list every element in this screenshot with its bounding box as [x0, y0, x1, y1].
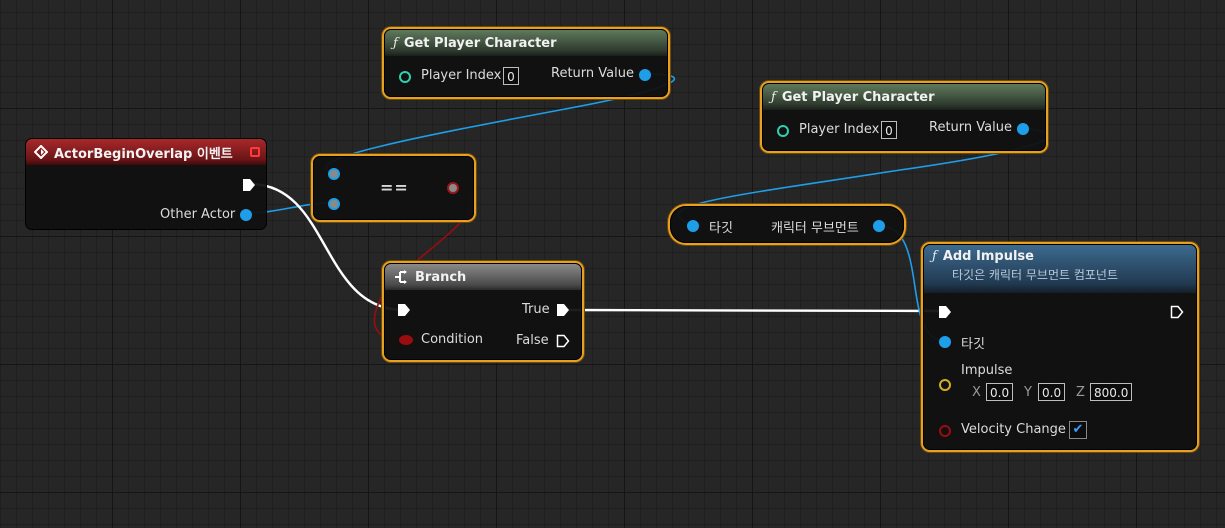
return-value-label: Return Value	[929, 120, 1012, 135]
condition-pin[interactable]	[399, 335, 413, 345]
condition-label: Condition	[421, 332, 484, 347]
get-player-character-node-2[interactable]: ƒ Get Player Character Player Index 0 Re…	[762, 83, 1046, 151]
exec-in-pin[interactable]	[938, 305, 952, 319]
node-header: Branch	[385, 264, 581, 290]
event-diamond-icon	[34, 145, 48, 159]
node-title: Branch	[415, 269, 467, 285]
node-header: ƒ Add Impulse 타깃은 캐릭터 무브먼트 컴포넌트	[924, 245, 1196, 293]
movement-output-label: 캐릭터 무브먼트	[771, 221, 859, 236]
node-header: ƒ Get Player Character	[385, 30, 667, 56]
wire-exec-true-to-impulse	[561, 308, 946, 313]
player-index-pin[interactable]	[777, 125, 789, 137]
actor-begin-overlap-event-node[interactable]: ActorBeginOverlap 이벤트 Other Actor	[25, 138, 267, 230]
stop-icon	[250, 147, 260, 157]
impulse-z-label: Z	[1076, 385, 1085, 400]
exec-in-pin[interactable]	[397, 303, 411, 317]
equals-input-b-pin[interactable]	[328, 198, 340, 210]
get-player-character-node-1[interactable]: ƒ Get Player Character Player Index 0 Re…	[384, 29, 668, 97]
return-value-pin[interactable]	[639, 69, 651, 81]
character-movement-node[interactable]: 타깃 캐릭터 무브먼트	[670, 206, 904, 243]
node-title: Add Impulse	[942, 249, 1034, 264]
function-icon: ƒ	[771, 89, 776, 105]
equals-output-pin[interactable]	[447, 182, 459, 194]
function-icon: ƒ	[932, 249, 937, 264]
node-title: Get Player Character	[403, 35, 557, 51]
player-index-label: Player Index	[421, 68, 502, 83]
impulse-y-input[interactable]: 0.0	[1038, 383, 1066, 401]
false-label: False	[516, 333, 549, 348]
player-index-label: Player Index	[799, 122, 880, 137]
node-title: ActorBeginOverlap 이벤트	[54, 146, 233, 162]
node-title: Get Player Character	[781, 89, 935, 105]
player-index-input[interactable]: 0	[503, 67, 519, 85]
target-pin[interactable]	[939, 336, 951, 348]
target-label: 타깃	[961, 337, 985, 352]
true-label: True	[522, 302, 550, 317]
movement-target-pin[interactable]	[687, 220, 699, 232]
return-value-pin[interactable]	[1017, 123, 1029, 135]
return-value-label: Return Value	[551, 66, 634, 81]
exec-out-pin[interactable]	[242, 178, 256, 192]
exec-false-pin[interactable]	[556, 334, 570, 348]
other-actor-label: Other Actor	[160, 207, 236, 222]
add-impulse-node[interactable]: ƒ Add Impulse 타깃은 캐릭터 무브먼트 컴포넌트 타깃 Impul…	[923, 244, 1197, 450]
impulse-y-label: Y	[1024, 385, 1032, 400]
impulse-x-input[interactable]: 0.0	[986, 383, 1014, 401]
equals-symbol: ==	[380, 178, 409, 197]
equals-input-a-pin[interactable]	[328, 168, 340, 180]
equals-node[interactable]: ==	[313, 156, 474, 220]
node-subtitle: 타깃은 캐릭터 무브먼트 컴포넌트	[952, 268, 1119, 282]
velocity-change-label: Velocity Change	[961, 422, 1066, 437]
player-index-input[interactable]: 0	[881, 121, 897, 139]
branch-icon	[395, 270, 407, 284]
branch-node[interactable]: Branch True Condition False	[384, 263, 582, 360]
impulse-z-input[interactable]: 800.0	[1090, 383, 1133, 401]
exec-true-pin[interactable]	[556, 303, 570, 317]
movement-output-pin[interactable]	[873, 220, 885, 232]
player-index-pin[interactable]	[399, 71, 411, 83]
impulse-pin[interactable]	[939, 379, 951, 391]
impulse-x-label: X	[972, 385, 981, 400]
node-header: ActorBeginOverlap 이벤트	[26, 139, 266, 165]
impulse-label: Impulse	[961, 363, 1013, 378]
velocity-change-checkbox[interactable]: ✔	[1069, 421, 1087, 439]
other-actor-pin[interactable]	[240, 209, 252, 221]
function-icon: ƒ	[393, 35, 398, 51]
exec-out-pin[interactable]	[1170, 305, 1184, 319]
movement-target-label: 타깃	[709, 221, 733, 236]
velocity-change-pin[interactable]	[939, 425, 951, 437]
node-header: ƒ Get Player Character	[763, 84, 1045, 110]
